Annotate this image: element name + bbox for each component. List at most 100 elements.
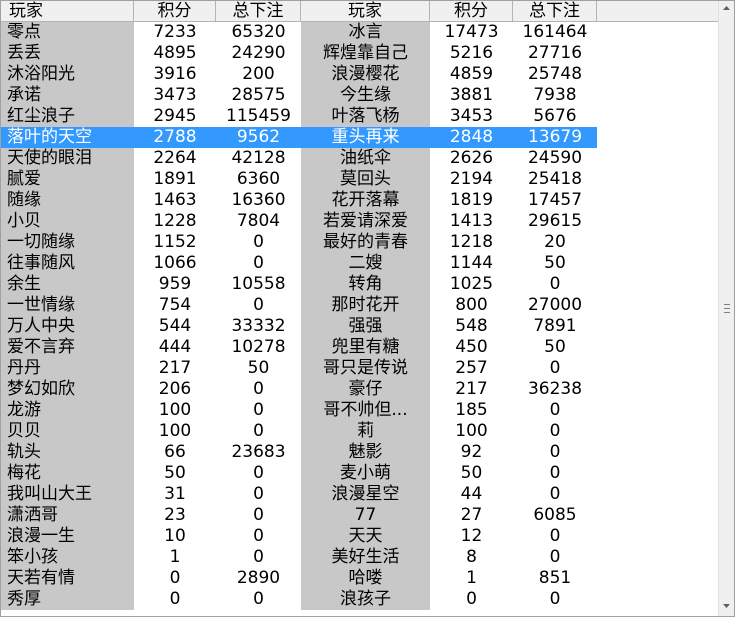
table-row[interactable]: 轨头 66 23683 魅影 92 0 [1,442,719,463]
scroll-up-button[interactable] [719,1,734,18]
cell-player-right: 77 [301,505,430,526]
table-row[interactable]: 沐浴阳光 3916 200 浪漫樱花 4859 25748 [1,64,719,85]
table-row[interactable]: 天若有情 0 2890 哈喽 1 851 [1,568,719,589]
cell-score-right: 800 [455,295,488,315]
header-total-bet-right[interactable]: 总下注 [513,1,597,22]
cell-player-left: 承诺 [1,85,134,106]
cell-score-left: 754 [158,295,192,315]
table-row[interactable]: 爱不言弃 444 10278 兜里有糖 450 50 [1,337,719,358]
table-row[interactable]: 龙游 100 0 哥不帅但... 185 0 [1,400,719,421]
cell-score-left: 2945 [153,106,197,126]
scroll-down-button[interactable] [719,599,734,616]
cell-score-left: 544 [158,316,192,336]
header-player-left[interactable]: 玩家 [1,1,134,22]
cell-score-right: 2626 [449,148,494,168]
table-row[interactable]: 红尘浪子 2945 115459 叶落飞杨 3453 5676 [1,106,719,127]
table-row[interactable]: 一切随缘 1152 0 最好的青春 1218 20 [1,232,719,253]
cell-total-bet-right: 24590 [527,148,583,168]
cell-score-left: 4895 [153,43,197,63]
table-row[interactable]: 小贝 1228 7804 若爱请深爱 1413 29615 [1,211,719,232]
cell-total-bet-right: 6085 [533,505,577,525]
row-filler [597,232,719,253]
row-filler [597,22,719,43]
cell-score-left: 1066 [153,253,197,273]
cell-score-left: 3916 [153,64,197,84]
table-row[interactable]: 我叫山大王 31 0 浪漫星空 44 0 [1,484,719,505]
cell-score-left: 444 [158,337,192,357]
cell-total-bet-right: 161464 [522,22,588,42]
cell-player-left: 红尘浪子 [1,106,134,127]
cell-player-right: 那时花开 [301,295,430,316]
row-filler [597,421,719,442]
table-row[interactable]: 浪漫一生 10 0 天天 12 0 [1,526,719,547]
table-row[interactable]: 丹丹 217 50 哥只是传说 257 0 [1,358,719,379]
cell-score-right: 5216 [449,43,494,63]
table-row[interactable]: 腻爱 1891 6360 莫回头 2194 25418 [1,169,719,190]
cell-score-right: 1819 [449,190,494,210]
cell-player-right: 最好的青春 [301,232,430,253]
cell-player-left: 轨头 [1,442,134,463]
cell-player-left: 丹丹 [1,358,134,379]
row-filler [597,589,719,610]
header-filler [597,1,719,22]
row-filler [597,358,719,379]
cell-player-right: 今生缘 [301,85,430,106]
cell-score-right: 0 [466,589,477,609]
row-filler [597,316,719,337]
cell-total-bet-right: 851 [538,568,572,588]
table-row[interactable]: 潇洒哥 23 0 77 27 6085 [1,505,719,526]
cell-score-right: 44 [460,484,483,504]
cell-player-right: 浪孩子 [301,589,430,610]
cell-total-bet-left: 0 [253,463,264,483]
cell-player-right: 辉煌靠自己 [301,43,430,64]
row-filler [597,442,719,463]
table-row[interactable]: 承诺 3473 28575 今生缘 3881 7938 [1,85,719,106]
header-total-bet-left[interactable]: 总下注 [216,1,301,22]
table-row[interactable]: 天使的眼泪 2264 42128 油纸伞 2626 24590 [1,148,719,169]
cell-score-left: 100 [158,421,192,441]
table-row[interactable]: 笨小孩 1 0 美好生活 8 0 [1,547,719,568]
table-row[interactable]: 余生 959 10558 转角 1025 0 [1,274,719,295]
header-player-right[interactable]: 玩家 [301,1,430,22]
table-row[interactable]: 秀厚 0 0 浪孩子 0 0 [1,589,719,610]
table-row[interactable]: 零点 7233 65320 冰言 17473 161464 [1,22,719,43]
table-row[interactable]: 梅花 50 0 麦小萌 50 0 [1,463,719,484]
cell-player-right: 花开落幕 [301,190,430,211]
table-row[interactable]: 往事随风 1066 0 二嫂 1144 50 [1,253,719,274]
cell-score-right: 217 [455,379,488,399]
cell-score-left: 7233 [153,22,197,42]
cell-score-right: 1025 [449,274,494,294]
cell-player-left: 万人中央 [1,316,134,337]
header-score-left[interactable]: 积分 [134,1,216,22]
cell-total-bet-right: 29615 [527,211,583,231]
row-filler [597,568,719,589]
cell-score-right: 1218 [449,232,494,252]
cell-total-bet-right: 25418 [527,169,583,189]
table-row[interactable]: 丢丢 4895 24290 辉煌靠自己 5216 27716 [1,43,719,64]
cell-score-right: 2194 [449,169,494,189]
row-filler [597,106,719,127]
cell-score-left: 23 [164,505,186,525]
cell-total-bet-left: 200 [242,64,275,84]
cell-score-left: 3473 [153,85,197,105]
cell-player-left: 往事随风 [1,253,134,274]
cell-score-left: 66 [164,442,186,462]
cell-total-bet-right: 13679 [513,127,597,148]
table-row[interactable]: 贝贝 100 0 莉 100 0 [1,421,719,442]
table-row[interactable]: 落叶的天空 2788 9562 重头再来 2848 13679 [1,127,719,148]
cell-player-right: 兜里有糖 [301,337,430,358]
arrow-down-icon [723,604,730,608]
cell-score-left: 959 [158,274,192,294]
table-row[interactable]: 万人中央 544 33332 强强 548 7891 [1,316,719,337]
vertical-scrollbar[interactable] [718,1,734,616]
table-row[interactable]: 一世情缘 754 0 那时花开 800 27000 [1,295,719,316]
cell-total-bet-left: 24290 [231,43,286,63]
table-row[interactable]: 梦幻如欣 206 0 豪仔 217 36238 [1,379,719,400]
grip-icon [723,304,730,313]
cell-player-left: 一世情缘 [1,295,134,316]
player-ranking-table: 玩家 积分 总下注 玩家 积分 总下注 零点 7233 65320 冰言 17473 16… [0,0,735,617]
header-score-right[interactable]: 积分 [430,1,513,22]
scrollbar-thumb[interactable] [721,20,732,597]
table-row[interactable]: 随缘 1463 16360 花开落幕 1819 17457 [1,190,719,211]
cell-score-right: 50 [460,463,483,483]
